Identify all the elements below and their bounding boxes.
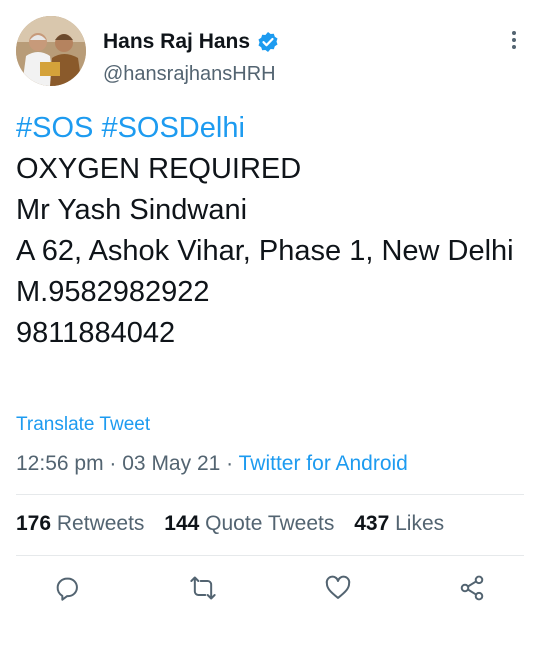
tweet-text: #SOS #SOSDelhi OXYGEN REQUIRED Mr Yash S…	[16, 108, 526, 354]
tweet-stats: 176 Retweets 144 Quote Tweets 437 Likes	[16, 512, 458, 536]
retweet-icon[interactable]	[189, 574, 217, 602]
separator: ·	[109, 452, 117, 475]
author-handle[interactable]: @hansrajhansHRH	[103, 63, 276, 86]
tweet-line: Mr Yash Sindwani	[16, 194, 248, 226]
tweet-time[interactable]: 12:56 pm	[16, 452, 104, 475]
translate-tweet-link[interactable]: Translate Tweet	[16, 414, 150, 436]
retweets-label: Retweets	[56, 512, 145, 535]
hashtag-sos[interactable]: #SOS	[16, 112, 93, 144]
tweet-actions	[0, 568, 540, 608]
retweets-count: 176	[16, 512, 52, 535]
tweet-line: M.9582982922	[16, 276, 210, 308]
tweet-date[interactable]: 03 May 21	[122, 452, 220, 475]
share-icon[interactable]	[458, 574, 486, 602]
tweet-line: OXYGEN REQUIRED	[16, 153, 302, 185]
divider	[16, 555, 524, 556]
likes-stat[interactable]: 437 Likes	[354, 512, 444, 535]
quotes-label: Quote Tweets	[205, 512, 335, 535]
avatar[interactable]	[16, 16, 86, 86]
verified-badge-icon	[257, 31, 279, 53]
author-name[interactable]: Hans Raj Hans	[103, 30, 250, 54]
likes-label: Likes	[395, 512, 445, 535]
hashtag-line: #SOS #SOSDelhi	[16, 108, 526, 149]
separator: ·	[226, 452, 234, 475]
reply-icon[interactable]	[53, 574, 81, 602]
quote-tweets-stat[interactable]: 144 Quote Tweets	[164, 512, 334, 535]
tweet-source[interactable]: Twitter for Android	[239, 452, 408, 475]
quotes-count: 144	[164, 512, 200, 535]
tweet-line: A 62, Ashok Vihar, Phase 1, New Delhi	[16, 235, 514, 267]
divider	[16, 494, 524, 495]
retweets-stat[interactable]: 176 Retweets	[16, 512, 144, 535]
more-options-icon[interactable]	[508, 28, 520, 52]
tweet-metadata: 12:56 pm · 03 May 21 · Twitter for Andro…	[16, 452, 408, 476]
tweet-header: Hans Raj Hans @hansrajhansHRH	[16, 16, 524, 88]
hashtag-sosdelhi[interactable]: #SOSDelhi	[101, 112, 244, 144]
likes-count: 437	[354, 512, 390, 535]
tweet-line: 9811884042	[16, 317, 176, 349]
heart-icon[interactable]	[324, 574, 352, 602]
